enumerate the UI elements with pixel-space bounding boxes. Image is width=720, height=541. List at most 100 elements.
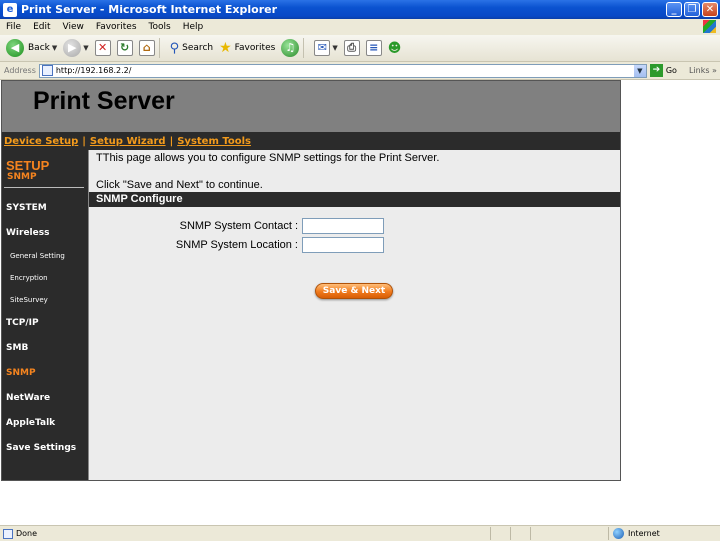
print-server-frame: Print Server Device Setup | Setup Wizard… (1, 80, 621, 481)
home-icon: ⌂ (138, 40, 155, 56)
save-next-button[interactable]: Save & Next (315, 283, 393, 299)
stop-icon: ✕ (94, 40, 111, 56)
sidebar-divider (4, 187, 84, 188)
toolbar-divider (303, 38, 305, 58)
menu-tools[interactable]: Tools (143, 22, 177, 32)
go-label: Go (665, 66, 677, 75)
page-viewport: Print Server Device Setup | Setup Wizard… (0, 80, 720, 525)
close-button[interactable]: ✕ (702, 2, 718, 17)
print-button[interactable]: ⎙ (343, 40, 360, 56)
section-title: SNMP Configure (89, 192, 620, 207)
menu-favorites[interactable]: Favorites (90, 22, 143, 32)
home-button[interactable]: ⌂ (138, 40, 155, 56)
sidebar-item-encryption[interactable]: Encryption (10, 274, 48, 282)
stop-button[interactable]: ✕ (94, 40, 111, 56)
media-icon: ♫ (281, 39, 300, 57)
mail-button[interactable]: ✉ ▼ (314, 40, 338, 56)
snmp-location-label: SNMP System Location : (175, 239, 298, 251)
content-panel: TThis page allows you to configure SNMP … (89, 150, 620, 480)
forward-button[interactable]: ▶ ▼ (63, 39, 89, 57)
status-text: Done (16, 529, 38, 538)
minimize-button[interactable]: _ (666, 2, 682, 17)
intro-text: TThis page allows you to configure SNMP … (96, 152, 440, 164)
sidebar-item-general-setting[interactable]: General Setting (10, 252, 65, 260)
menu-help[interactable]: Help (177, 22, 210, 32)
links-button[interactable]: Links » (689, 66, 717, 75)
messenger-button[interactable]: ☻ (388, 41, 402, 56)
top-nav: Device Setup | Setup Wizard | System Too… (2, 132, 620, 150)
sidebar-item-wireless[interactable]: Wireless (6, 228, 49, 238)
messenger-icon: ☻ (387, 40, 402, 56)
address-input[interactable]: http://192.168.2.2/ ▼ (38, 63, 647, 78)
search-button[interactable]: ⚲ Search (170, 41, 213, 56)
edit-button[interactable]: ≡ (365, 40, 382, 56)
sidebar-item-tcpip[interactable]: TCP/IP (6, 318, 39, 328)
nav-system-tools[interactable]: System Tools (177, 136, 251, 147)
favorites-label: Favorites (234, 43, 276, 53)
maximize-button[interactable]: ❐ (684, 2, 700, 17)
snmp-location-input[interactable] (302, 237, 384, 253)
search-label: Search (182, 43, 214, 53)
back-arrow-icon: ◀ (6, 39, 24, 57)
go-button[interactable]: ➔ Go (649, 64, 677, 77)
sidebar-item-netware[interactable]: NetWare (6, 393, 50, 403)
sidebar-heading: SETUP (6, 158, 50, 173)
nav-device-setup[interactable]: Device Setup (4, 136, 78, 147)
status-divider (490, 527, 491, 540)
search-icon: ⚲ (169, 40, 180, 56)
sidebar-subheading: SNMP (7, 172, 37, 182)
page-icon (41, 65, 53, 76)
media-button[interactable]: ♫ (281, 39, 300, 57)
browser-toolbar: ◀ Back ▼ ▶ ▼ ✕ ↻ ⌂ ⚲ Search ★ Favorites … (0, 35, 720, 62)
ie-logo-icon: e (3, 2, 17, 17)
window-controls: _ ❐ ✕ (666, 2, 718, 17)
snmp-contact-label: SNMP System Contact : (179, 220, 298, 232)
status-divider (530, 527, 531, 540)
address-bar: Address http://192.168.2.2/ ▼ ➔ Go Links… (0, 62, 720, 80)
status-divider (510, 527, 511, 540)
nav-separator: | (169, 135, 174, 147)
status-bar: Done Internet (0, 525, 720, 541)
forward-dropdown-icon[interactable]: ▼ (83, 44, 88, 52)
back-dropdown-icon[interactable]: ▼ (52, 44, 57, 52)
sidebar-item-appletalk[interactable]: AppleTalk (6, 418, 55, 428)
mail-icon: ✉ (314, 40, 331, 56)
back-label: Back (28, 43, 50, 53)
sidebar-item-smb[interactable]: SMB (6, 343, 28, 353)
menu-edit[interactable]: Edit (27, 22, 56, 32)
links-label: Links (688, 66, 710, 75)
refresh-icon: ↻ (116, 40, 133, 56)
forward-arrow-icon: ▶ (63, 39, 82, 57)
sidebar-item-save-settings[interactable]: Save Settings (6, 443, 76, 453)
sidebar-item-snmp[interactable]: SNMP (6, 368, 36, 378)
address-label: Address (4, 66, 36, 75)
menu-bar: File Edit View Favorites Tools Help (0, 19, 720, 35)
sidebar-item-sitesurvey[interactable]: SiteSurvey (10, 296, 48, 304)
zone-label: Internet (628, 529, 660, 538)
favorites-button[interactable]: ★ Favorites (219, 40, 275, 56)
address-dropdown-icon[interactable]: ▼ (633, 64, 646, 77)
sidebar-item-system[interactable]: SYSTEM (6, 203, 47, 213)
security-zone: Internet (613, 528, 660, 539)
nav-setup-wizard[interactable]: Setup Wizard (90, 136, 166, 147)
menu-view[interactable]: View (57, 22, 90, 32)
instruction-text: Click "Save and Next" to continue. (96, 179, 263, 191)
mail-dropdown-icon[interactable]: ▼ (332, 44, 337, 52)
back-button[interactable]: ◀ Back ▼ (6, 39, 57, 57)
page-status-icon (3, 528, 13, 539)
go-arrow-icon: ➔ (649, 64, 663, 77)
globe-icon (613, 528, 624, 539)
printer-icon: ⎙ (343, 40, 360, 56)
window-title: Print Server - Microsoft Internet Explor… (21, 3, 278, 16)
windows-logo-icon (703, 20, 716, 33)
address-url: http://192.168.2.2/ (55, 66, 132, 75)
edit-page-icon: ≡ (365, 40, 382, 56)
favorites-star-icon: ★ (219, 40, 232, 56)
nav-separator: | (82, 135, 86, 147)
menu-file[interactable]: File (0, 22, 27, 32)
page-header: Print Server (2, 81, 620, 132)
snmp-contact-input[interactable] (302, 218, 384, 234)
refresh-button[interactable]: ↻ (116, 40, 133, 56)
page-title: Print Server (33, 87, 175, 115)
status-divider (608, 527, 609, 540)
